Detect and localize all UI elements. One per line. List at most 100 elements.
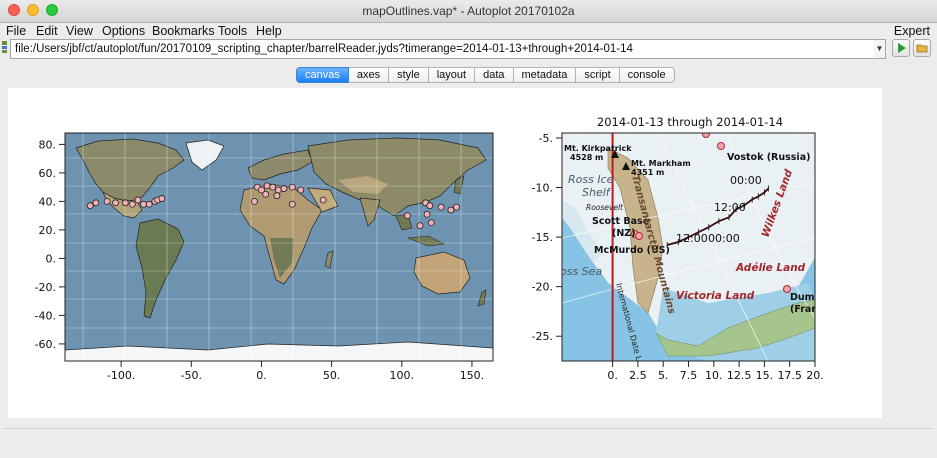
world-map-xtick-label: -50. <box>181 369 202 382</box>
world-map-ytick-label: 40. <box>39 195 57 208</box>
menu-tools[interactable]: Tools <box>218 24 247 38</box>
tab-axes[interactable]: axes <box>348 67 390 83</box>
world-map-point <box>263 182 271 190</box>
tab-data[interactable]: data <box>475 67 514 83</box>
window-title: mapOutlines.vap* - Autoplot 20170102a <box>362 4 575 18</box>
menu-options[interactable]: Options <box>102 24 145 38</box>
world-map-point <box>112 199 119 207</box>
world-map-point <box>262 190 270 198</box>
world-map-ytick-label: 0. <box>46 252 57 265</box>
map-label-kirkpatrick-elev: 4528 m <box>570 153 603 162</box>
grip-icon[interactable] <box>2 41 7 53</box>
antarctica-xtick-label: 12.5 <box>727 369 752 382</box>
map-label-france: (Franc <box>790 304 824 315</box>
menu-view[interactable]: View <box>66 24 93 38</box>
antarctica-xtick-label: 10. <box>705 369 723 382</box>
antarctica-xtick-label: 5. <box>658 369 669 382</box>
world-map-point <box>288 200 296 208</box>
world-map-point <box>269 183 277 191</box>
station-marker <box>702 133 710 138</box>
world-map-point <box>103 198 111 205</box>
tab-script[interactable]: script <box>576 67 620 83</box>
tab-bar: canvas axes style layout data metadata s… <box>296 67 675 83</box>
browse-button[interactable] <box>913 39 931 57</box>
world-map-point <box>423 210 431 218</box>
world-map-point <box>92 199 100 207</box>
map-label-vostok: Vostok (Russia) <box>727 152 810 163</box>
world-map-point <box>437 203 445 211</box>
tab-layout[interactable]: layout <box>428 67 476 83</box>
folder-icon <box>916 44 928 53</box>
menu-edit[interactable]: Edit <box>36 24 58 38</box>
time-label-2: 12:00 <box>714 201 746 214</box>
world-map-point <box>447 206 455 214</box>
world-map-point <box>251 198 258 205</box>
url-bar: ▼ <box>0 39 937 59</box>
map-label-adelie: Adélie Land <box>735 262 806 274</box>
menu-bookmarks[interactable]: Bookmarks <box>152 24 215 38</box>
map-label-shelf: Shelf <box>582 186 612 199</box>
antarctica-ytick-label: -20. <box>532 281 553 294</box>
world-map-point <box>273 192 281 200</box>
canvas-panel[interactable]: -100. -50. 0. 50. 100. 150. 80. 60. 40. 20. 0. -20.… <box>8 88 882 418</box>
go-button[interactable] <box>892 39 910 57</box>
world-map-point <box>426 202 434 210</box>
world-map-xtick-label: 50. <box>323 369 341 382</box>
antarctica-ytick-label: -5. <box>539 132 553 145</box>
time-label-3: 12:00 <box>676 232 708 245</box>
url-input[interactable] <box>10 39 882 59</box>
world-map-point <box>158 195 166 202</box>
expert-menu[interactable]: Expert <box>894 24 930 38</box>
world-map-plot[interactable]: -100. -50. 0. 50. 100. 150. 80. 60. 40. 20. 0. -20.… <box>35 132 494 382</box>
menu-help[interactable]: Help <box>256 24 282 38</box>
map-label-ross-sea: oss Sea <box>560 265 602 278</box>
antarctica-plot[interactable]: 2014-01-13 through 2014-01-14 Mt. Kirkpa… <box>532 115 824 382</box>
menu-file[interactable]: File <box>6 24 26 38</box>
antarctica-xtick-label: 7.5 <box>680 369 698 382</box>
plot-title: 2014-01-13 through 2014-01-14 <box>597 115 783 129</box>
world-map-point <box>128 200 136 208</box>
antarctica-xtick-label: 15. <box>756 369 774 382</box>
map-label-markham: Mt. Markham <box>631 159 691 168</box>
map-label-nz: (NZ) <box>612 228 636 239</box>
antarctica-xtick-label: 20. <box>806 369 824 382</box>
world-map-point <box>297 186 305 194</box>
world-map-xtick-label: 150. <box>460 369 485 382</box>
world-map-point <box>453 203 460 211</box>
time-label-4: 00:00 <box>708 232 740 245</box>
map-label-roosevelt: Roosevelt <box>586 203 624 212</box>
world-map-ytick-label: -20. <box>35 281 56 294</box>
antarctica-ytick-label: -10. <box>532 182 553 195</box>
play-icon <box>898 43 906 53</box>
world-map-point <box>319 196 327 204</box>
world-map-ytick-label: 80. <box>39 138 57 151</box>
world-map-point <box>403 212 411 220</box>
world-map-point <box>140 200 147 208</box>
antarctica-xtick-label: 17.5 <box>777 369 802 382</box>
map-label-dumont: Dumo <box>790 292 822 303</box>
tab-console[interactable]: console <box>619 67 675 83</box>
world-map-point <box>145 200 153 208</box>
world-map-point <box>416 222 424 230</box>
world-map-xtick-label: -100. <box>107 369 135 382</box>
tab-canvas[interactable]: canvas <box>296 67 349 83</box>
map-label-kirkpatrick: Mt. Kirkpatrick <box>564 144 632 153</box>
world-map-ytick-label: 60. <box>39 167 57 180</box>
chevron-down-icon: ▼ <box>875 44 884 53</box>
world-map-point <box>280 185 288 192</box>
mcmurdo-marker <box>635 232 643 240</box>
world-map-ytick-label: -60. <box>35 338 56 351</box>
world-map-point <box>121 199 129 207</box>
plot-canvas[interactable]: -100. -50. 0. 50. 100. 150. 80. 60. 40. 20. 0. -20.… <box>8 88 882 418</box>
vostok-marker <box>717 142 725 150</box>
tab-metadata[interactable]: metadata <box>513 67 577 83</box>
antarctica-ytick-label: -15. <box>532 231 553 244</box>
world-map-point <box>274 186 282 194</box>
tab-style[interactable]: style <box>389 67 429 83</box>
url-dropdown-button[interactable]: ▼ <box>874 39 886 59</box>
map-label-ross-ice: Ross Ice <box>568 173 614 186</box>
world-map-xtick-label: 0. <box>256 369 267 382</box>
world-map-xtick-label: 100. <box>390 369 415 382</box>
world-map-point <box>427 219 435 227</box>
world-map-point <box>288 183 296 191</box>
